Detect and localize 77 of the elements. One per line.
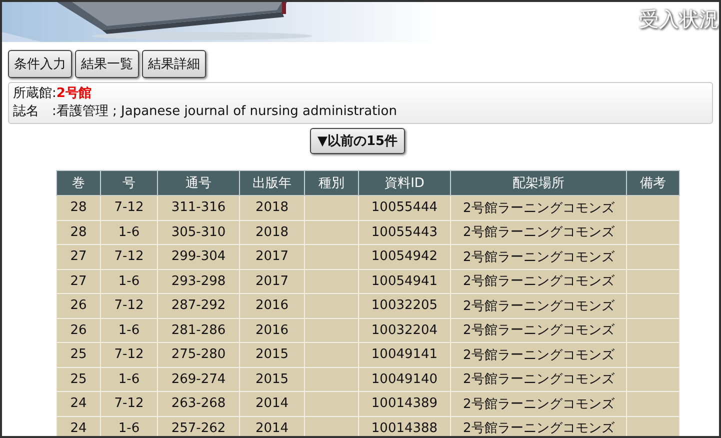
table-cell: 2号館ラーニングコモンズ xyxy=(450,416,626,436)
table-cell: 28 xyxy=(56,220,100,244)
table-cell: 2号館ラーニングコモンズ xyxy=(450,392,626,416)
table-cell: 2号館ラーニングコモンズ xyxy=(450,269,626,294)
table-cell: 10014389 xyxy=(358,392,450,416)
column-header: 号 xyxy=(100,170,158,196)
library-name: 2号館 xyxy=(56,86,92,101)
table-cell: 1-6 xyxy=(100,269,158,294)
table-cell: 2014 xyxy=(240,392,304,416)
table-cell: 7-12 xyxy=(100,392,158,416)
table-cell: 27 xyxy=(56,269,100,294)
table-cell: 2号館ラーニングコモンズ xyxy=(450,294,626,318)
table-cell: 2号館ラーニングコモンズ xyxy=(450,342,626,367)
table-cell: 24 xyxy=(56,416,100,436)
table-cell: 257-262 xyxy=(158,416,240,436)
page-title: 受入状況 xyxy=(639,6,719,33)
column-header: 備考 xyxy=(626,170,680,196)
table-cell: 293-298 xyxy=(158,269,240,294)
table-cell: 275-280 xyxy=(158,342,240,367)
table-cell: 10049141 xyxy=(358,342,450,367)
table-cell: 25 xyxy=(56,367,100,392)
table-cell: 311-316 xyxy=(158,196,240,220)
table-cell: 7-12 xyxy=(100,294,158,318)
table-cell: 1-6 xyxy=(100,220,158,244)
table-cell: 263-268 xyxy=(158,392,240,416)
journal-label: 誌名 : xyxy=(13,104,56,119)
table-cell: 2号館ラーニングコモンズ xyxy=(450,244,626,269)
previous-page-button[interactable]: ▼以前の15件 xyxy=(310,128,405,154)
table-cell: 1-6 xyxy=(100,416,158,436)
table-cell: 7-12 xyxy=(100,244,158,269)
table-cell: 1-6 xyxy=(100,318,158,342)
column-header: 出版年 xyxy=(240,170,304,196)
table-cell: 10049140 xyxy=(358,367,450,392)
column-header: 配架場所 xyxy=(450,170,626,196)
table-cell: 2018 xyxy=(240,196,304,220)
table-cell: 7-12 xyxy=(100,342,158,367)
table-cell: 10032204 xyxy=(358,318,450,342)
table-cell: 2016 xyxy=(240,294,304,318)
column-header: 通号 xyxy=(158,170,240,196)
column-header: 資料ID xyxy=(358,170,450,196)
table-cell: 2015 xyxy=(240,367,304,392)
table-cell: 2017 xyxy=(240,244,304,269)
table-cell: 26 xyxy=(56,294,100,318)
table-cell: 281-286 xyxy=(158,318,240,342)
table-cell: 25 xyxy=(56,342,100,367)
table-cell: 269-274 xyxy=(158,367,240,392)
table-cell: 10054941 xyxy=(358,269,450,294)
table-cell: 7-12 xyxy=(100,196,158,220)
table-cell: 10032205 xyxy=(358,294,450,318)
column-header: 種別 xyxy=(304,170,358,196)
table-cell: 1-6 xyxy=(100,367,158,392)
table-cell: 27 xyxy=(56,244,100,269)
table-cell: 2号館ラーニングコモンズ xyxy=(450,367,626,392)
table-cell: 28 xyxy=(56,196,100,220)
table-cell: 2018 xyxy=(240,220,304,244)
table-cell: 10055443 xyxy=(358,220,450,244)
table-cell: 299-304 xyxy=(158,244,240,269)
table-cell: 2015 xyxy=(240,342,304,367)
column-header: 巻 xyxy=(56,170,100,196)
table-cell: 2号館ラーニングコモンズ xyxy=(450,318,626,342)
table-cell: 2号館ラーニングコモンズ xyxy=(450,196,626,220)
nav-button[interactable]: 結果詳細 xyxy=(142,50,206,78)
table-cell: 10055444 xyxy=(358,196,450,220)
table-cell: 2号館ラーニングコモンズ xyxy=(450,220,626,244)
nav-button[interactable]: 結果一覧 xyxy=(75,50,139,78)
nav-button[interactable]: 条件入力 xyxy=(8,50,72,78)
table-cell: 2014 xyxy=(240,416,304,436)
table-cell: 2017 xyxy=(240,269,304,294)
table-cell: 10054942 xyxy=(358,244,450,269)
table-cell: 287-292 xyxy=(158,294,240,318)
table-cell: 10014388 xyxy=(358,416,450,436)
journal-title: 看護管理 ; Japanese journal of nursing administration xyxy=(56,104,397,119)
table-cell: 305-310 xyxy=(158,220,240,244)
table-cell: 26 xyxy=(56,318,100,342)
table-cell: 2016 xyxy=(240,318,304,342)
library-label: 所蔵館: xyxy=(13,86,56,101)
table-cell: 24 xyxy=(56,392,100,416)
